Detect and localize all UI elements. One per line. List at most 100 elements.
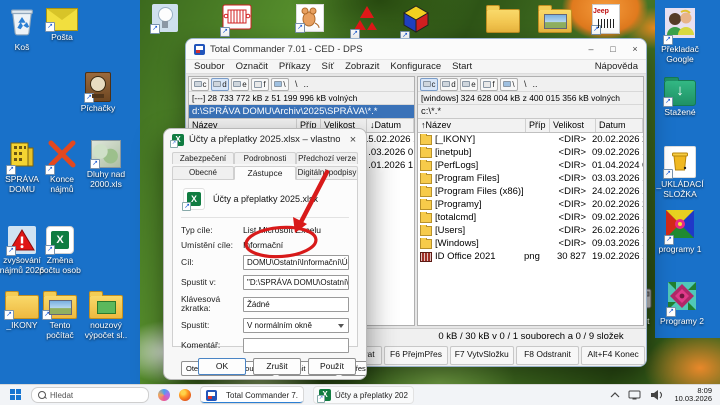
tab-zabezpeceni[interactable]: Zabezpečení bbox=[172, 152, 234, 164]
menu-sit[interactable]: Síť bbox=[322, 61, 335, 72]
start-button[interactable] bbox=[10, 389, 22, 401]
drive-icon bbox=[442, 81, 450, 87]
drive-c-button[interactable]: c bbox=[420, 78, 438, 91]
right-free-space: [windows] 324 628 004 kB z 400 015 356 k… bbox=[418, 92, 643, 105]
taskbar-app-excel[interactable]: Účty a přeplatky 202 bbox=[313, 386, 414, 404]
target-input[interactable]: DOMU\Ostatní\Informační\Účty a přeplatky… bbox=[243, 255, 349, 270]
file-row[interactable]: [Program Files]<DIR>03.03.2026 15 bbox=[418, 172, 643, 185]
menu-soubor[interactable]: Soubor bbox=[194, 61, 225, 72]
tab-podrobnosti[interactable]: Podrobnosti bbox=[234, 152, 296, 164]
file-row[interactable]: [totalcmd]<DIR>09.02.2026 13 bbox=[418, 211, 643, 224]
tc-title-bar[interactable]: Total Commander 7.01 - CED - DPS – □ × bbox=[186, 39, 646, 60]
menu-prikazy[interactable]: Příkazy bbox=[279, 61, 311, 72]
tab-obecne[interactable]: Obecné bbox=[172, 166, 234, 180]
comment-input[interactable] bbox=[243, 338, 349, 353]
drive-e-button[interactable]: e bbox=[231, 78, 249, 91]
menu-zobrazit[interactable]: Zobrazit bbox=[345, 61, 379, 72]
file-row[interactable]: ID Office 2021png30 82719.02.2026 18 bbox=[418, 250, 643, 263]
menu-konfigurace[interactable]: Konfigurace bbox=[390, 61, 441, 72]
taskbar-clock[interactable]: 8:09 10.03.2026 bbox=[674, 387, 712, 404]
altf4-button[interactable]: Alt+F4 Konec bbox=[581, 346, 645, 365]
shortcut-key-input[interactable]: Žádné bbox=[243, 297, 349, 312]
menu-napoveda[interactable]: Nápověda bbox=[595, 61, 638, 72]
shortcut-arrow-icon bbox=[150, 24, 160, 34]
f6-button[interactable]: F6 PřejmPřes bbox=[384, 346, 448, 365]
header-datum[interactable]: ↓Datum bbox=[367, 119, 414, 132]
dialog-footer: OK Zrušit Použít bbox=[164, 353, 366, 379]
drive-f-button[interactable]: f bbox=[480, 78, 498, 91]
drive-e-button[interactable]: e bbox=[460, 78, 478, 91]
network-drive-button[interactable]: \ bbox=[271, 78, 289, 91]
file-row[interactable]: [_IKONY]<DIR>20.02.2026 21 bbox=[418, 133, 643, 146]
minimize-button[interactable]: – bbox=[580, 40, 602, 59]
desktop-icon-konce-najmu[interactable]: Konce nájmů bbox=[38, 140, 86, 194]
speaker-icon bbox=[651, 390, 658, 400]
file-row[interactable]: [PerfLogs]<DIR>01.04.2024 08 bbox=[418, 159, 643, 172]
menu-start[interactable]: Start bbox=[452, 61, 472, 72]
mail-envelope-icon bbox=[46, 8, 78, 31]
drive-f-button[interactable]: f bbox=[251, 78, 269, 91]
drive-d-button[interactable]: d bbox=[211, 78, 229, 91]
desktop-icon-photo-folder[interactable] bbox=[538, 4, 572, 33]
dialog-title-bar[interactable]: Účty a přeplatky 2025.xlsx – vlastnosti … bbox=[164, 129, 366, 150]
header-datum[interactable]: Datum bbox=[596, 119, 643, 132]
desktop-icon-jeep-front[interactable] bbox=[222, 4, 252, 35]
file-row[interactable]: [Program Files (x86)]<DIR>24.02.2026 17 bbox=[418, 185, 643, 198]
desktop-icon-tento-pocitac[interactable]: Tento počítač bbox=[36, 290, 84, 340]
desktop-icon-triangles[interactable] bbox=[352, 4, 382, 37]
taskbar-app-total-commander[interactable]: Total Commander 7. bbox=[200, 386, 304, 404]
cancel-button[interactable]: Zrušit bbox=[253, 358, 301, 375]
desktop-icon-programy2[interactable]: Programy 2 bbox=[658, 282, 706, 327]
file-row[interactable]: [Windows]<DIR>09.03.2026 15 bbox=[418, 237, 643, 250]
ok-button[interactable]: OK bbox=[198, 358, 246, 375]
shortcut-arrow-icon bbox=[84, 93, 94, 103]
icon-label: Změna počtu osob bbox=[36, 256, 84, 275]
header-nazev[interactable]: ↑Název bbox=[418, 119, 526, 132]
drive-d-button[interactable]: d bbox=[440, 78, 458, 91]
root-link[interactable]: \ bbox=[295, 79, 298, 89]
desktop-icon-programy1[interactable]: programy 1 bbox=[656, 210, 704, 255]
start-in-input[interactable]: "D:\SPRÁVA DOMU\Ostatní\Informační" bbox=[243, 275, 349, 290]
up-dir-link[interactable]: .. bbox=[304, 79, 309, 89]
file-row[interactable]: [Programy]<DIR>20.02.2026 20 bbox=[418, 198, 643, 211]
tab-digitalni-podpisy[interactable]: Digitální podpisy bbox=[296, 166, 358, 180]
root-link[interactable]: \ bbox=[524, 79, 527, 89]
taskbar-search[interactable]: Hledat bbox=[31, 387, 149, 403]
drive-c-button[interactable]: c bbox=[191, 78, 209, 91]
drive-icon bbox=[423, 81, 431, 87]
tray-icons[interactable] bbox=[609, 388, 667, 402]
desktop-icon-prekladac[interactable]: Překladač Google bbox=[656, 8, 704, 64]
firefox-icon[interactable] bbox=[179, 389, 191, 401]
f7-button[interactable]: F7 VytvSložku bbox=[450, 346, 514, 365]
desktop-icon-zmena[interactable]: Změna počtu osob bbox=[36, 226, 84, 275]
desktop-icon-lightbulb[interactable] bbox=[152, 4, 178, 32]
copilot-icon[interactable] bbox=[158, 389, 170, 401]
desktop-icon-jeep-logo[interactable]: Jeep bbox=[592, 4, 620, 34]
run-mode-select[interactable]: V normálním okně bbox=[243, 318, 349, 333]
right-path-bar[interactable]: c:\*.* bbox=[418, 105, 643, 119]
desktop-icon-ukladaci[interactable]: _UKLÁDACÍ SLOŽKA bbox=[652, 146, 708, 199]
desktop-icon-pichacky[interactable]: Píchačky bbox=[74, 72, 122, 114]
apply-button[interactable]: Použít bbox=[308, 358, 356, 375]
tab-predchozi-verze[interactable]: Předchozí verze bbox=[296, 152, 358, 164]
network-drive-button[interactable]: \ bbox=[500, 78, 518, 91]
close-button[interactable]: × bbox=[624, 40, 646, 59]
desktop-icon-folder[interactable] bbox=[486, 4, 520, 33]
menu-oznacit[interactable]: Označit bbox=[236, 61, 268, 72]
desktop-icon-stazene[interactable]: Stažené bbox=[656, 76, 704, 118]
file-row[interactable]: [Users]<DIR>26.02.2026 20 bbox=[418, 224, 643, 237]
desktop-icon-mouse[interactable] bbox=[296, 4, 324, 32]
maximize-button[interactable]: □ bbox=[602, 40, 624, 59]
header-velikost[interactable]: Velikost bbox=[550, 119, 596, 132]
file-row[interactable]: [inetpub]<DIR>09.02.2026 13 bbox=[418, 146, 643, 159]
up-dir-link[interactable]: .. bbox=[533, 79, 538, 89]
desktop-icon-dluhy[interactable]: Dluhy nad 2000.xls bbox=[82, 140, 130, 189]
left-path-bar[interactable]: d:\SPRÁVA DOMU\Archiv\2025\SPRÁVA\*.* bbox=[189, 105, 414, 119]
f8-button[interactable]: F8 Odstranit bbox=[516, 346, 580, 365]
dialog-close-button[interactable]: × bbox=[340, 134, 366, 146]
header-prip[interactable]: Příp bbox=[526, 119, 550, 132]
tab-zastupce[interactable]: Zástupce bbox=[234, 166, 296, 180]
desktop-icon-posta[interactable]: Pošta bbox=[38, 8, 86, 43]
desktop-icon-cube[interactable] bbox=[402, 4, 430, 39]
desktop-icon-nouzovy[interactable]: nouzový výpočet sl.. bbox=[82, 290, 130, 340]
